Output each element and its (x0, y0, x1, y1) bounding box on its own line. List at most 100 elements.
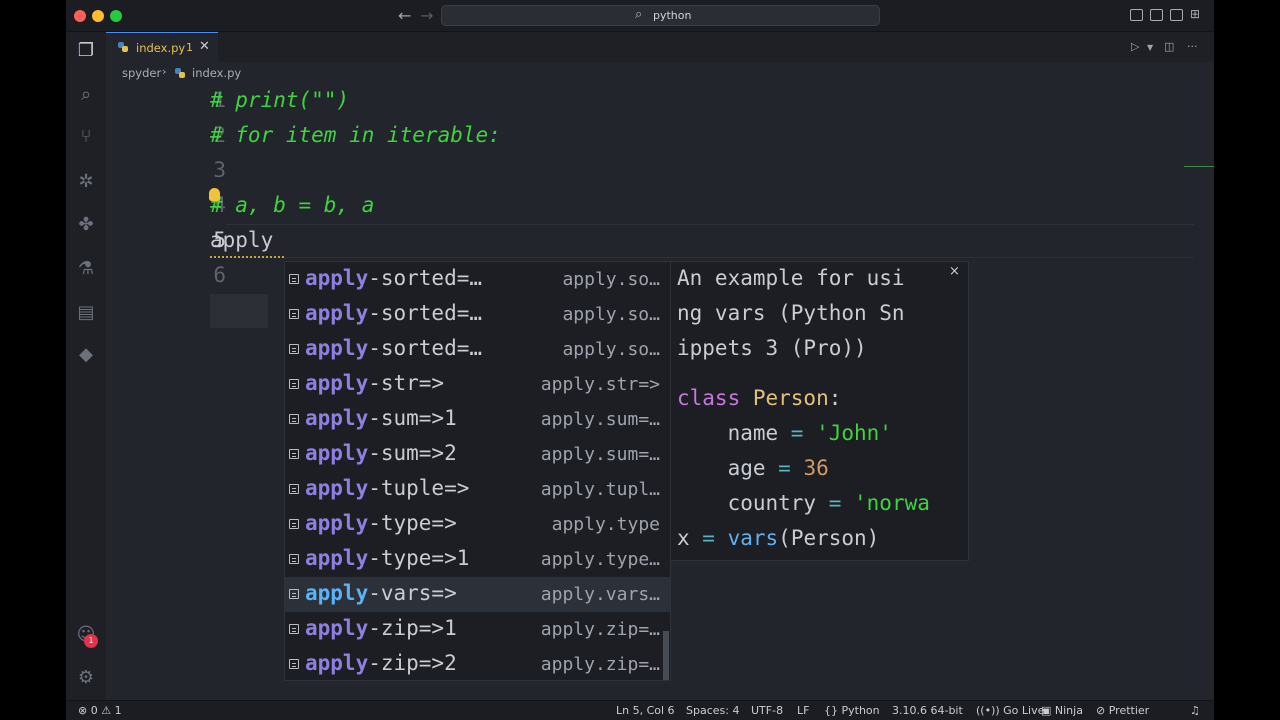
search-icon: ⌕ (635, 7, 643, 22)
suggestion-details: × An example for usi ng vars (Python Sn … (671, 261, 969, 561)
letterbox-left (0, 0, 66, 720)
suggestion-item[interactable]: apply-zip=>1 apply.zip=… (285, 612, 670, 647)
details-code-line: name = 'John' (677, 421, 892, 445)
run-python-icon[interactable]: ▷ (1131, 40, 1139, 53)
suggestion-detail: apply.type… (540, 549, 660, 570)
title-bar: ← → ⌕ python ⊞ (66, 0, 1214, 32)
suggestion-detail: apply.so… (562, 339, 660, 360)
customize-layout-icon[interactable]: ⊞ (1190, 7, 1203, 21)
code-line[interactable]: # print("") (210, 88, 349, 112)
back-arrow-icon[interactable]: ← (398, 6, 411, 25)
settings-gear-icon[interactable]: ⚙ (75, 667, 97, 689)
snippet-icon (289, 519, 299, 529)
search-icon[interactable]: ⌕ (75, 84, 97, 106)
code-line[interactable]: # for item in iterable: (210, 123, 501, 147)
code-line[interactable]: # a, b = b, a (210, 193, 374, 217)
breadcrumb-folder[interactable]: spyder (122, 66, 161, 80)
minimap[interactable] (1184, 166, 1214, 174)
code-line-current[interactable]: apply (210, 228, 273, 252)
toggle-secondary-sidebar-icon[interactable] (1170, 9, 1183, 21)
suggestion-item[interactable]: apply-zip=>2 apply.zip=… (285, 647, 670, 682)
details-description: ippets 3 (Pro)) (677, 336, 867, 360)
suggestion-detail: apply.str=> (540, 374, 660, 395)
tab-close-icon[interactable]: ✕ (199, 39, 210, 54)
encoding[interactable]: UTF-8 (751, 704, 783, 717)
python-icon[interactable]: ◆ (75, 344, 97, 366)
lightbulb-icon[interactable] (209, 188, 220, 201)
snippet-icon (289, 414, 299, 424)
suggestion-label: apply-vars=> (305, 581, 457, 605)
suggestion-label: apply-sum=>1 (305, 406, 457, 430)
cursor-position[interactable]: Ln 5, Col 6 (616, 704, 675, 717)
suggestion-item[interactable]: apply-sorted=… apply.so… (285, 332, 670, 367)
warning-squiggle (210, 255, 284, 258)
go-live-button[interactable]: ((•)) Go Live (976, 704, 1044, 717)
prettier-status[interactable]: ⊘ Prettier (1096, 704, 1149, 717)
details-code-line: class Person: (677, 386, 842, 410)
command-center-search[interactable]: ⌕ python (441, 5, 880, 26)
suggestion-scrollbar[interactable] (663, 631, 669, 680)
language-mode[interactable]: {} Python (824, 704, 880, 717)
snippet-icon (289, 554, 299, 564)
extensions-icon[interactable]: ✤ (75, 214, 97, 236)
suggestion-detail: apply.sum=… (540, 444, 660, 465)
snippet-icon (289, 309, 299, 319)
toggle-sidebar-icon[interactable] (1130, 9, 1143, 21)
letterbox-right (1214, 0, 1280, 720)
tab-bar: index.py 1 ✕ ▷ ▼ ◫ ··· (106, 32, 1214, 62)
forward-arrow-icon[interactable]: → (420, 6, 433, 25)
close-window-button[interactable] (74, 10, 86, 22)
notebook-icon[interactable]: ▤ (75, 302, 97, 324)
line-number: 6 (213, 263, 226, 287)
details-close-icon[interactable]: × (949, 264, 960, 279)
suggestion-item[interactable]: apply-type=> apply.type (285, 507, 670, 542)
current-line-highlight (226, 224, 1194, 258)
ninja-status[interactable]: ▣ Ninja (1041, 704, 1083, 717)
activity-bar: ❐ ⌕ ⑂ ✲ ✤ ⚗ ▤ ◆ ☺ 1 ⚙ (66, 32, 106, 700)
suggestion-detail: apply.zip=… (540, 619, 660, 640)
suggestion-item[interactable]: apply-sorted=… apply.so… (285, 262, 670, 297)
more-actions-icon[interactable]: ··· (1187, 40, 1198, 53)
split-editor-icon[interactable]: ◫ (1164, 40, 1174, 53)
breadcrumb-separator: › (162, 65, 167, 78)
run-dropdown-chevron-icon[interactable]: ▼ (1147, 43, 1153, 52)
problems-indicator[interactable]: ⊗ 0 ⚠ 1 (78, 704, 122, 717)
testing-flask-icon[interactable]: ⚗ (75, 258, 97, 280)
suggestion-item[interactable]: apply-sum=>1 apply.sum=… (285, 402, 670, 437)
suggestion-item[interactable]: apply-tuple=> apply.tupl… (285, 472, 670, 507)
suggestion-list[interactable]: apply-sorted=… apply.so… apply-sorted=… app… (284, 261, 671, 681)
snippet-icon (289, 659, 299, 669)
maximize-window-button[interactable] (110, 10, 122, 22)
indentation[interactable]: Spaces: 4 (686, 704, 739, 717)
suggestion-detail: apply.so… (562, 304, 660, 325)
suggestion-label: apply-sorted=… (305, 336, 483, 360)
run-debug-icon[interactable]: ✲ (75, 171, 97, 193)
suggestion-label: apply-tuple=> (305, 476, 470, 500)
breadcrumb-file[interactable]: index.py (192, 66, 241, 80)
minimize-window-button[interactable] (92, 10, 104, 22)
line-number: 3 (213, 158, 226, 182)
suggestion-item[interactable]: apply-str=> apply.str=> (285, 367, 670, 402)
breadcrumb: spyder › index.py (106, 62, 1214, 84)
suggestion-item[interactable]: apply-vars=> apply.vars… (285, 577, 670, 612)
suggestion-item[interactable]: apply-type=>1 apply.type… (285, 542, 670, 577)
snippet-icon (289, 589, 299, 599)
line-ending[interactable]: LF (797, 704, 809, 717)
suggestion-item[interactable]: apply-sum=>2 apply.sum=… (285, 437, 670, 472)
accounts-badge: 1 (84, 634, 98, 648)
suggestion-detail: apply.tupl… (540, 479, 660, 500)
notifications-bell-icon[interactable]: ♫ (1190, 704, 1200, 717)
explorer-icon[interactable]: ❐ (75, 40, 97, 62)
python-interpreter[interactable]: 3.10.6 64-bit (892, 704, 963, 717)
toggle-panel-icon[interactable] (1150, 9, 1163, 21)
suggestion-item[interactable]: apply-sorted=… apply.so… (285, 297, 670, 332)
source-control-icon[interactable]: ⑂ (75, 126, 97, 148)
tab-label: index.py (136, 41, 186, 55)
details-code-line: age = 36 (677, 456, 829, 480)
python-file-icon (118, 42, 128, 52)
details-code-line: country = 'norwa (677, 491, 930, 515)
tab-index-py[interactable]: index.py 1 ✕ (106, 32, 218, 62)
suggestion-detail: apply.zip=… (540, 654, 660, 675)
status-bar: ⊗ 0 ⚠ 1 Ln 5, Col 6 Spaces: 4 UTF-8 LF {… (66, 700, 1214, 720)
vscode-window: ← → ⌕ python ⊞ ❐ ⌕ ⑂ ✲ ✤ ⚗ ▤ ◆ ☺ 1 ⚙ ind… (66, 0, 1214, 720)
